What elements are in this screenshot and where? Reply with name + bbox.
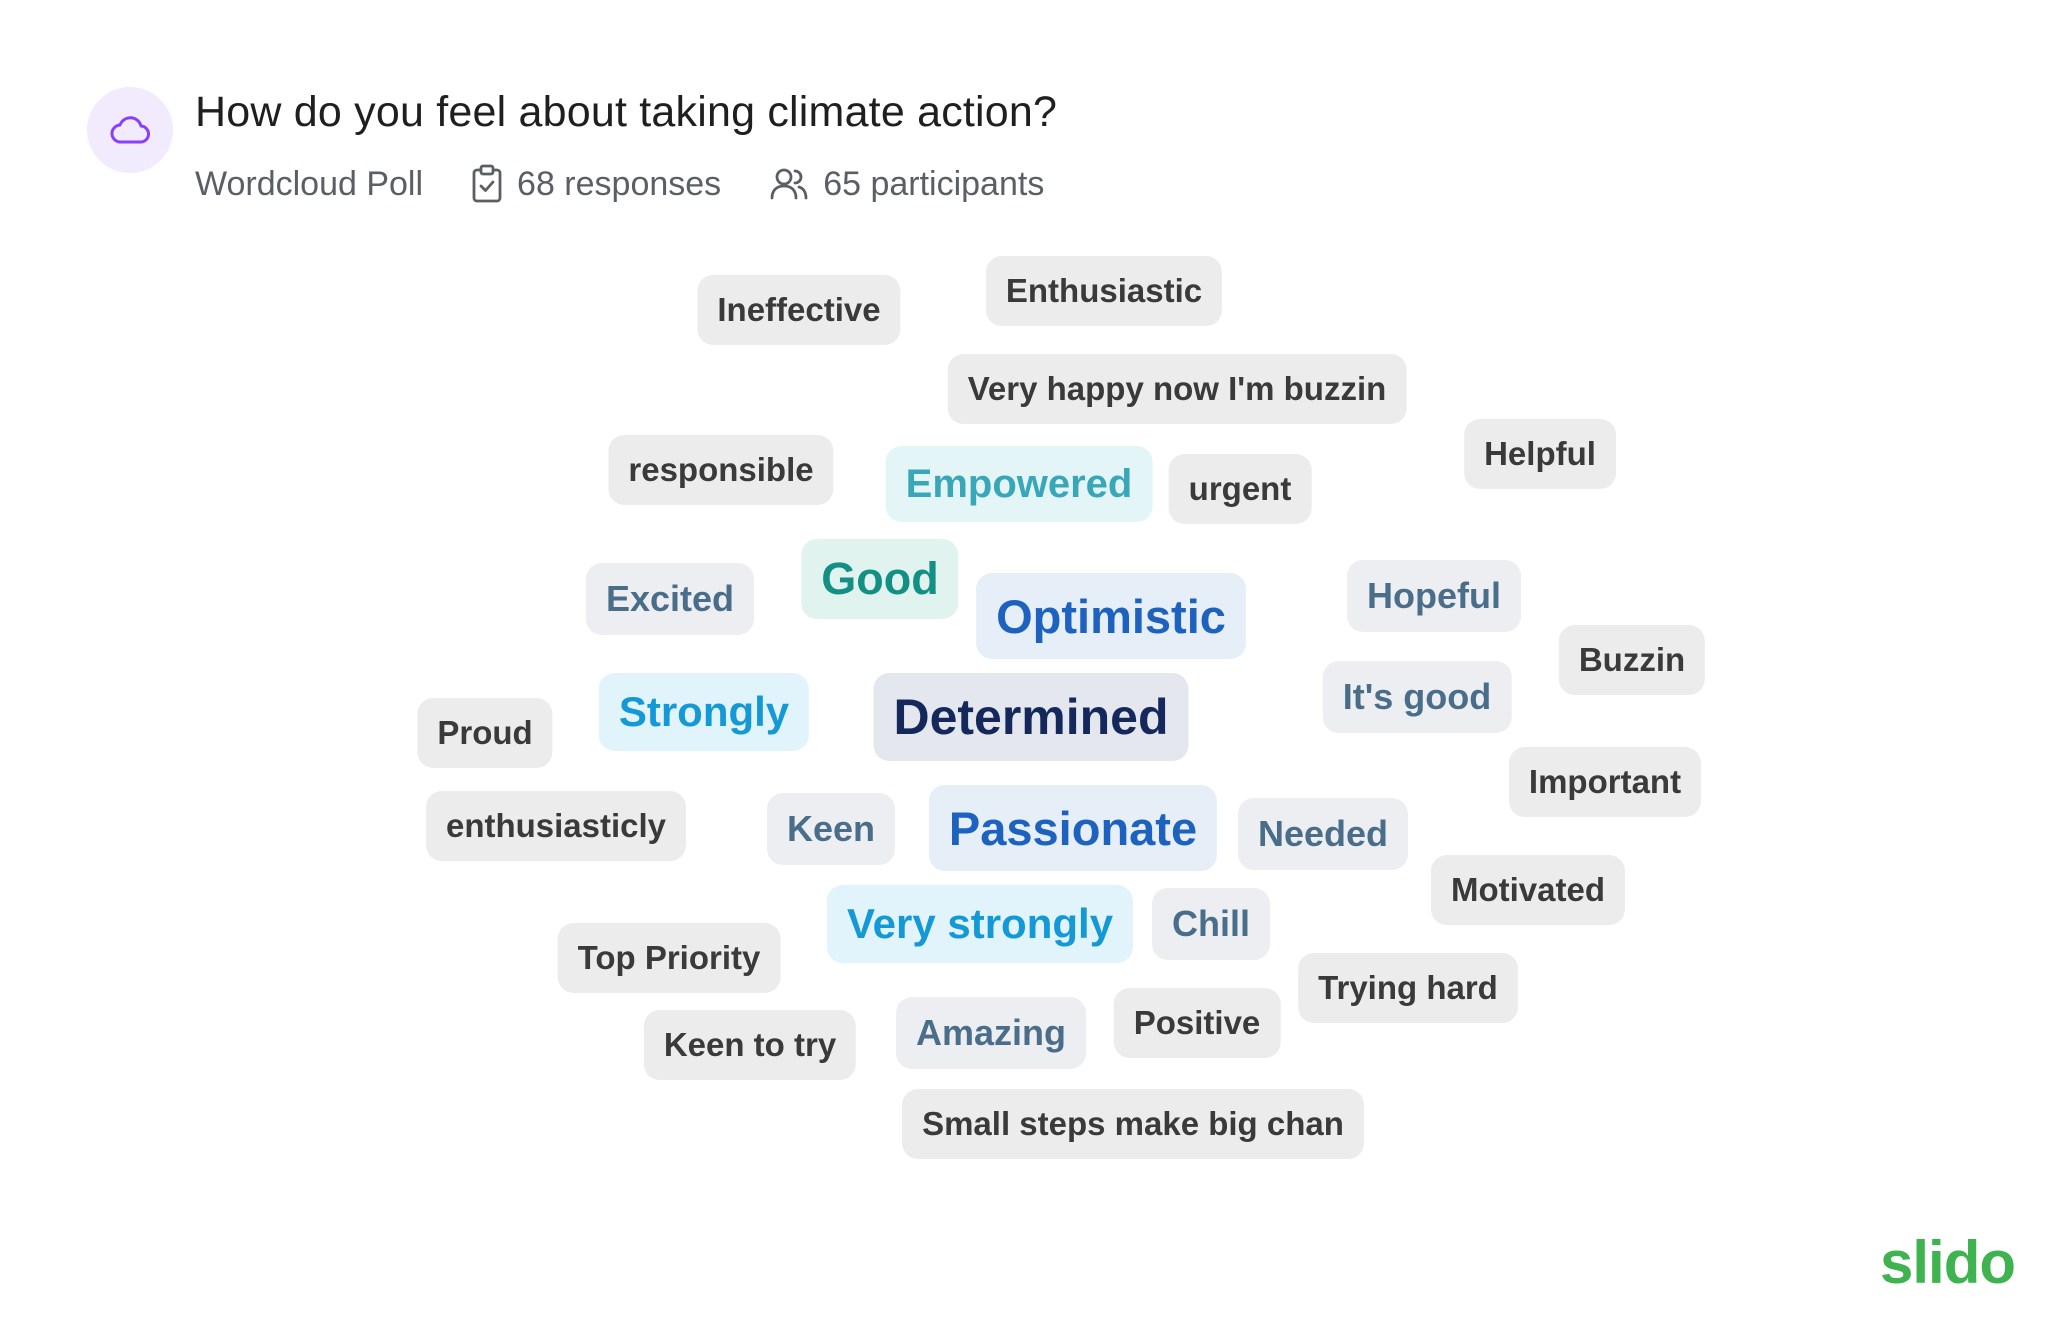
word-its-good: It's good xyxy=(1322,661,1512,733)
word-determined: Determined xyxy=(873,673,1189,761)
word-enthusiastic: Enthusiastic xyxy=(985,256,1223,326)
word-very-happy-now-im-buzzin: Very happy now I'm buzzin xyxy=(947,354,1407,424)
word-amazing: Amazing xyxy=(895,997,1087,1069)
word-trying-hard: Trying hard xyxy=(1298,953,1518,1023)
word-keen: Keen xyxy=(766,793,896,865)
word-urgent: urgent xyxy=(1168,454,1312,524)
word-needed: Needed xyxy=(1237,798,1409,870)
word-hopeful: Hopeful xyxy=(1347,560,1521,632)
word-chill: Chill xyxy=(1152,888,1270,960)
word-important: Important xyxy=(1508,747,1702,817)
word-small-steps-make-big-chan: Small steps make big chan xyxy=(902,1089,1364,1159)
word-motivated: Motivated xyxy=(1430,855,1626,925)
word-proud: Proud xyxy=(417,698,553,768)
word-cloud: Ineffective Enthusiastic Very happy now … xyxy=(0,0,2048,1328)
word-empowered: Empowered xyxy=(885,446,1153,522)
word-top-priority: Top Priority xyxy=(557,923,781,993)
word-positive: Positive xyxy=(1113,988,1281,1058)
word-passionate: Passionate xyxy=(928,785,1218,871)
word-ineffective: Ineffective xyxy=(697,275,901,345)
word-strongly: Strongly xyxy=(598,673,810,751)
word-keen-to-try: Keen to try xyxy=(643,1010,857,1080)
word-buzzin: Buzzin xyxy=(1558,625,1706,695)
word-excited: Excited xyxy=(585,563,755,635)
word-optimistic: Optimistic xyxy=(976,573,1246,659)
word-responsible: responsible xyxy=(608,435,834,505)
slido-logo: slido xyxy=(1880,1229,2016,1296)
word-helpful: Helpful xyxy=(1464,419,1616,489)
word-good: Good xyxy=(801,539,959,619)
word-enthusiasticly: enthusiasticly xyxy=(425,791,687,861)
word-very-strongly: Very strongly xyxy=(826,885,1134,963)
